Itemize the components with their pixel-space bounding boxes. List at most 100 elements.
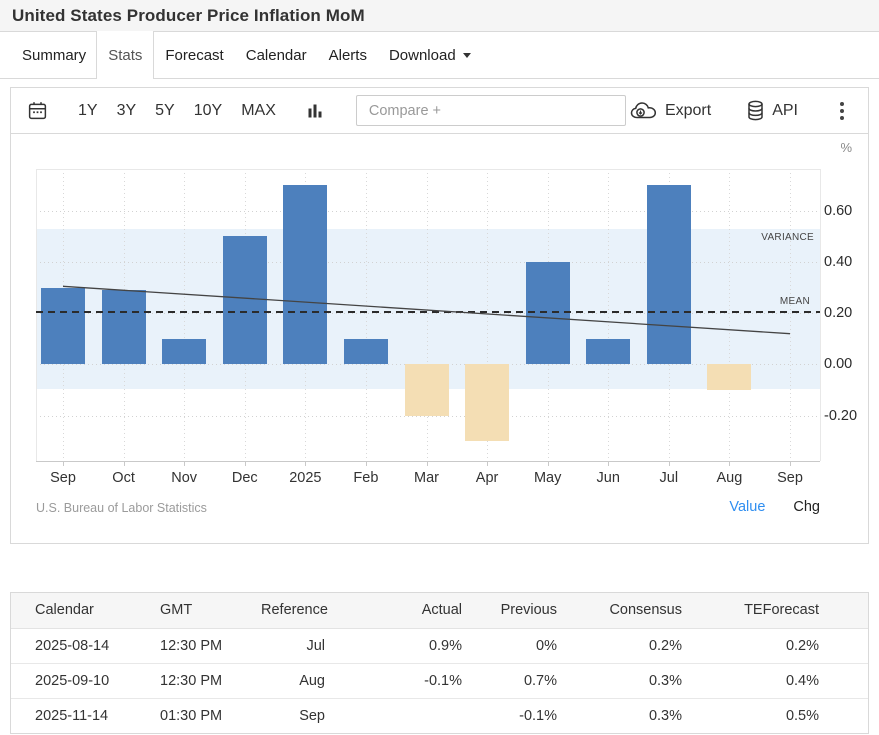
mean-line xyxy=(36,311,820,313)
range-selector: 1Y 3Y 5Y 10Y MAX xyxy=(78,102,276,120)
col-gmt: GMT xyxy=(149,593,261,628)
x-tick-label: Jun xyxy=(576,470,640,486)
compare-input[interactable] xyxy=(356,95,626,126)
tab-calendar[interactable]: Calendar xyxy=(235,32,318,78)
col-previous: Previous xyxy=(462,593,557,628)
bar-feb[interactable] xyxy=(344,339,388,365)
y-axis-unit: % xyxy=(840,140,852,155)
x-axis-line xyxy=(36,461,820,462)
x-tick xyxy=(184,461,185,466)
export-label: Export xyxy=(665,102,711,120)
gridline-v xyxy=(729,169,730,461)
table-row[interactable]: 2025-11-14 01:30 PM Sep -0.1% 0.3% 0.5% xyxy=(11,698,868,733)
value-toggle[interactable]: Value xyxy=(729,499,765,515)
gridline-v xyxy=(790,169,791,461)
x-tick xyxy=(63,461,64,466)
x-tick-label: Apr xyxy=(455,470,519,486)
x-tick xyxy=(427,461,428,466)
cloud-download-icon xyxy=(630,101,657,121)
y-tick-label: 0.40 xyxy=(824,254,868,270)
x-tick xyxy=(245,461,246,466)
bar-nov[interactable] xyxy=(162,339,206,365)
plot-border-left xyxy=(36,169,37,461)
range-max[interactable]: MAX xyxy=(241,102,276,120)
bar-mar[interactable] xyxy=(405,364,449,415)
page-header: United States Producer Price Inflation M… xyxy=(0,0,879,32)
chart-plot-area: U.S. Bureau of Labor Statistics Value Ch… xyxy=(11,134,868,543)
range-3y[interactable]: 3Y xyxy=(117,102,137,120)
x-tick xyxy=(548,461,549,466)
bar-sep[interactable] xyxy=(41,288,85,365)
mean-label: MEAN xyxy=(780,296,810,307)
export-button[interactable]: Export xyxy=(630,101,711,121)
range-1y[interactable]: 1Y xyxy=(78,102,98,120)
table-header-row: Calendar GMT Reference Actual Previous C… xyxy=(11,593,868,628)
series-toggles: Value Chg xyxy=(729,499,820,515)
x-tick-label: Aug xyxy=(697,470,761,486)
y-tick-label: 0.60 xyxy=(824,203,868,219)
date-range-button[interactable] xyxy=(27,100,48,121)
table-row[interactable]: 2025-08-14 12:30 PM Jul 0.9% 0% 0.2% 0.2… xyxy=(11,628,868,663)
x-tick xyxy=(790,461,791,466)
bar-apr[interactable] xyxy=(465,364,509,441)
range-5y[interactable]: 5Y xyxy=(155,102,175,120)
bar-2025[interactable] xyxy=(283,185,327,364)
x-tick xyxy=(608,461,609,466)
x-tick-label: Sep xyxy=(758,470,822,486)
more-options-button[interactable] xyxy=(834,100,850,122)
table-row[interactable]: 2025-09-10 12:30 PM Aug -0.1% 0.7% 0.3% … xyxy=(11,663,868,698)
y-tick-label: 0.00 xyxy=(824,356,868,372)
x-tick xyxy=(669,461,670,466)
x-tick xyxy=(305,461,306,466)
tab-download[interactable]: Download xyxy=(378,32,482,78)
x-tick-label: Mar xyxy=(395,470,459,486)
tab-bar: Summary Stats Forecast Calendar Alerts D… xyxy=(0,32,879,79)
x-tick xyxy=(124,461,125,466)
gridline-v xyxy=(427,169,428,461)
calendar-table-panel: Calendar GMT Reference Actual Previous C… xyxy=(10,592,869,734)
chart-panel: 1Y 3Y 5Y 10Y MAX Export xyxy=(10,87,869,544)
plot-border-top xyxy=(36,169,820,170)
variance-label: VARIANCE xyxy=(761,232,814,243)
bar-may[interactable] xyxy=(526,262,570,364)
col-reference: Reference xyxy=(261,593,325,628)
x-tick xyxy=(366,461,367,466)
database-icon xyxy=(747,100,764,121)
page-title: United States Producer Price Inflation M… xyxy=(12,6,365,26)
caret-down-icon xyxy=(463,53,471,58)
gridline-h xyxy=(36,313,820,314)
kebab-menu-icon xyxy=(840,102,844,106)
bar-chart-icon xyxy=(306,102,324,120)
bar-aug[interactable] xyxy=(707,364,751,390)
x-tick-label: Feb xyxy=(334,470,398,486)
bar-jun[interactable] xyxy=(586,339,630,365)
col-calendar: Calendar xyxy=(11,593,149,628)
x-tick-label: Nov xyxy=(152,470,216,486)
tab-forecast[interactable]: Forecast xyxy=(154,32,234,78)
tab-download-label: Download xyxy=(389,47,456,64)
bar-jul[interactable] xyxy=(647,185,691,364)
x-tick xyxy=(729,461,730,466)
toolbar-actions: Export API xyxy=(630,100,850,122)
x-tick-label: 2025 xyxy=(273,470,337,486)
x-tick-label: Sep xyxy=(31,470,95,486)
gridline-h xyxy=(36,211,820,212)
chg-toggle[interactable]: Chg xyxy=(793,499,820,515)
y-tick-label: 0.20 xyxy=(824,305,868,321)
bar-oct[interactable] xyxy=(102,290,146,364)
tab-alerts[interactable]: Alerts xyxy=(318,32,378,78)
x-tick-label: May xyxy=(516,470,580,486)
x-tick-label: Oct xyxy=(92,470,156,486)
y-tick-label: -0.20 xyxy=(824,408,868,424)
tab-summary[interactable]: Summary xyxy=(0,32,96,78)
gridline-v xyxy=(184,169,185,461)
chart-toolbar: 1Y 3Y 5Y 10Y MAX Export xyxy=(11,88,868,134)
tab-stats[interactable]: Stats xyxy=(96,31,154,79)
api-button[interactable]: API xyxy=(747,100,798,121)
x-tick-label: Jul xyxy=(637,470,701,486)
col-actual: Actual xyxy=(325,593,462,628)
col-teforecast: TEForecast xyxy=(682,593,868,628)
range-10y[interactable]: 10Y xyxy=(194,102,222,120)
bar-dec[interactable] xyxy=(223,236,267,364)
chart-type-button[interactable] xyxy=(306,102,324,120)
